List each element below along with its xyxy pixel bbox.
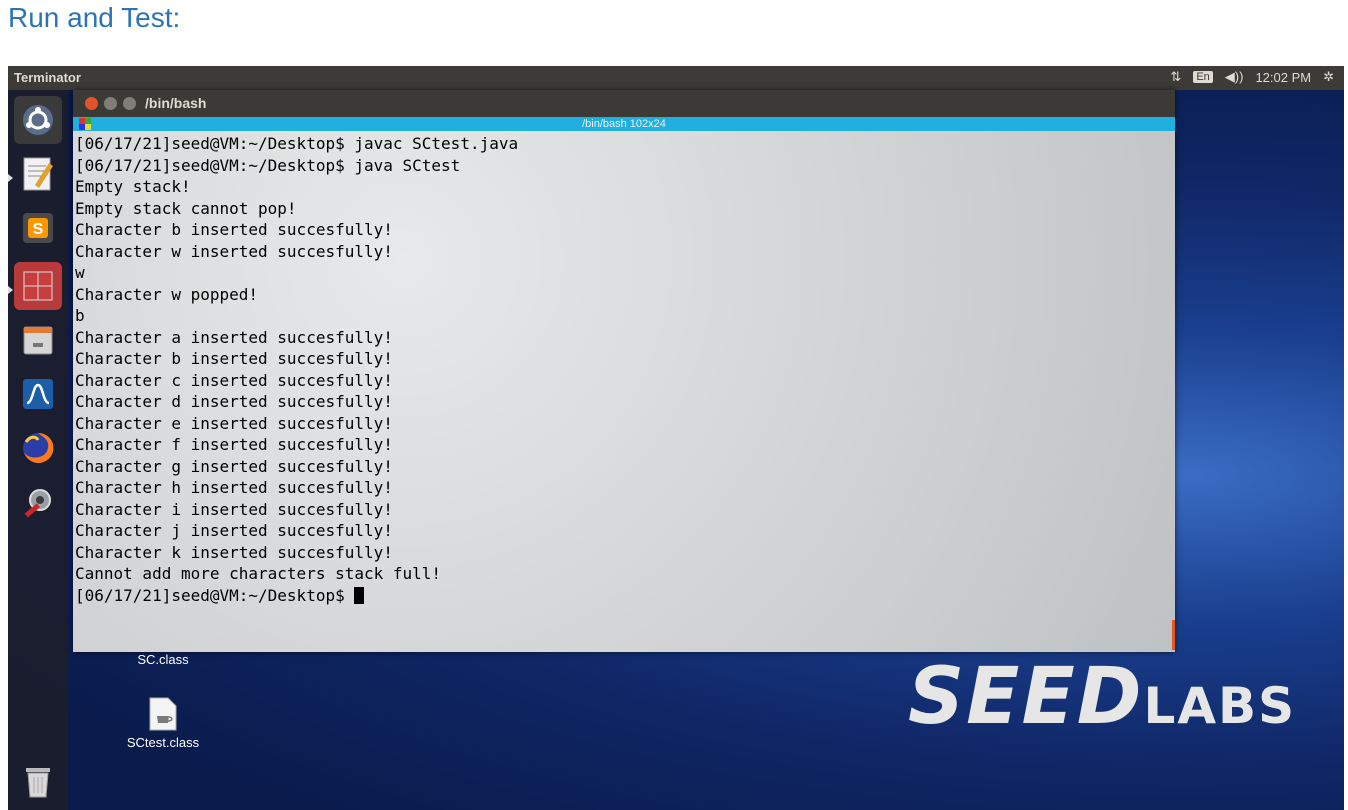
terminal-output[interactable]: [06/17/21]seed@VM:~/Desktop$ javac SCtes… xyxy=(75,133,1165,643)
terminal-line: Empty stack cannot pop! xyxy=(75,198,297,218)
terminal-line: Character c inserted succesfully! xyxy=(75,370,393,390)
text-editor-icon[interactable] xyxy=(14,150,62,198)
clock[interactable]: 12:02 PM xyxy=(1255,70,1311,85)
window-titlebar[interactable]: /bin/bash xyxy=(73,90,1175,117)
desktop-icon-label: SCtest.class xyxy=(126,735,200,750)
wireshark-icon[interactable] xyxy=(14,370,62,418)
terminal-line: w xyxy=(75,263,85,282)
terminator-icon[interactable] xyxy=(14,262,62,310)
close-icon[interactable] xyxy=(85,97,98,110)
keyboard-language-indicator[interactable]: En xyxy=(1193,71,1213,83)
terminal-line: Character w inserted succesfully! xyxy=(75,241,393,261)
terminal-line: Character h inserted succesfully! xyxy=(75,478,393,497)
terminal-cursor xyxy=(354,586,365,604)
terminal-line: Character j inserted succesfully! xyxy=(75,521,393,540)
terminal-grid-icon[interactable] xyxy=(79,118,91,130)
terminal-line: Empty stack! xyxy=(75,177,191,196)
sublime-text-icon[interactable]: S xyxy=(14,204,62,252)
network-icon[interactable]: ⇅ xyxy=(1170,69,1181,85)
scrollbar-indicator[interactable] xyxy=(1172,620,1175,650)
file-manager-icon[interactable] xyxy=(14,316,62,364)
terminal-line: Character b inserted succesfully! xyxy=(75,220,393,239)
terminal-line: Character g inserted succesfully! xyxy=(75,456,393,476)
java-file-icon xyxy=(149,697,177,731)
terminal-line: Character b inserted succesfully! xyxy=(75,349,393,368)
desktop-icon-sc-class[interactable]: SC.class xyxy=(103,652,223,667)
ubuntu-logo-icon[interactable] xyxy=(14,96,62,144)
settings-icon[interactable] xyxy=(14,478,62,526)
launcher: S xyxy=(8,90,68,810)
desktop: Terminator ⇅ En ◀)) 12:02 PM ✲ S /bin/ba… xyxy=(8,66,1344,810)
maximize-icon[interactable] xyxy=(123,97,136,110)
terminal-tab-bar[interactable]: /bin/bash 102x24 xyxy=(73,117,1175,131)
system-tray: ⇅ En ◀)) 12:02 PM ✲ xyxy=(1170,69,1334,85)
terminal-prompt-line: [06/17/21]seed@VM:~/Desktop$ xyxy=(75,585,1165,607)
terminal-prompt: [06/17/21]seed@VM:~/Desktop$ xyxy=(75,585,355,605)
power-gear-icon[interactable]: ✲ xyxy=(1323,69,1334,85)
svg-text:S: S xyxy=(33,221,44,238)
page-heading: Run and Test: xyxy=(8,2,181,33)
desktop-icon-label: SC.class xyxy=(137,652,189,667)
terminal-line: Character i inserted succesfully! xyxy=(75,499,393,519)
app-title: Terminator xyxy=(14,70,81,85)
running-indicator xyxy=(8,174,13,182)
terminal-line: Character k inserted succesfully! xyxy=(75,542,393,562)
firefox-icon[interactable] xyxy=(14,424,62,472)
tab-title: /bin/bash 102x24 xyxy=(582,118,666,130)
window-title: /bin/bash xyxy=(145,95,207,111)
terminal-line: [06/17/21]seed@VM:~/Desktop$ javac SCtes… xyxy=(75,134,519,153)
terminal-line: Cannot add more characters stack full! xyxy=(75,564,442,583)
terminal-line: b xyxy=(75,306,85,325)
terminal-line: Character d inserted succesfully! xyxy=(75,392,393,411)
terminal-line: Character f inserted succesfully! xyxy=(75,435,393,454)
desktop-icon-sctest-class[interactable]: SCtest.class xyxy=(103,696,223,750)
seedlabs-logo: SEEDLABS xyxy=(908,652,1297,742)
trash-icon[interactable] xyxy=(14,758,62,806)
volume-icon[interactable]: ◀)) xyxy=(1225,69,1244,85)
terminal-line: Character w popped! xyxy=(75,284,259,304)
running-indicator xyxy=(8,286,13,294)
terminal-window: /bin/bash /bin/bash 102x24 [06/17/21]see… xyxy=(73,90,1175,652)
terminal-line: Character a inserted succesfully! xyxy=(75,327,393,347)
minimize-icon[interactable] xyxy=(104,97,117,110)
top-panel: Terminator ⇅ En ◀)) 12:02 PM ✲ xyxy=(8,66,1344,90)
terminal-line: Character e inserted succesfully! xyxy=(75,413,393,433)
terminal-line: [06/17/21]seed@VM:~/Desktop$ java SCtest xyxy=(75,155,461,175)
